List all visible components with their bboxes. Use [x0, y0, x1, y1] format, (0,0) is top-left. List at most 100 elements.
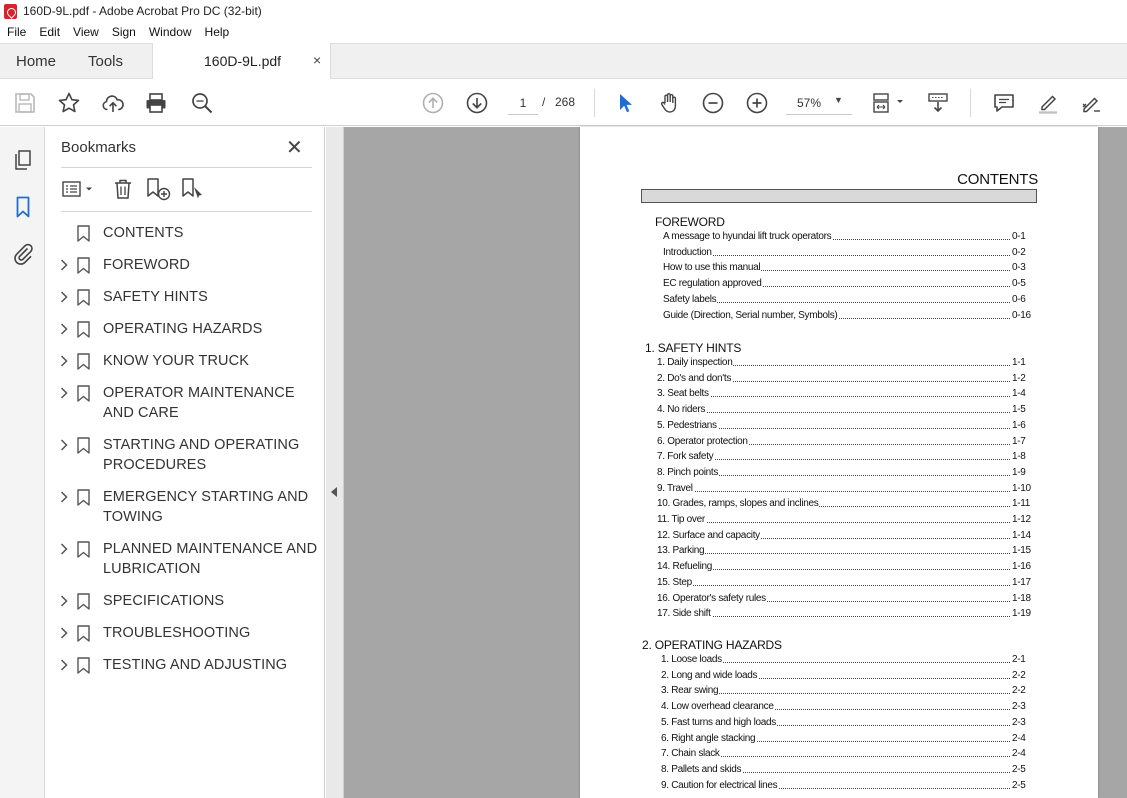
bookmarks-title: Bookmarks	[61, 139, 137, 156]
chevron-right-icon[interactable]	[59, 591, 69, 611]
save-icon[interactable]	[13, 91, 37, 115]
toc-entry[interactable]: 3. Seat belts 1-4	[657, 388, 1042, 402]
toc-entry[interactable]: 16. Operator's safety rules 1-18	[657, 592, 1042, 607]
bookmark-item-safety-hints[interactable]: SAFETY HINTS	[45, 287, 325, 307]
chevron-right-icon[interactable]	[59, 655, 69, 675]
toc-entry[interactable]: 11. Tip over 1-12	[657, 514, 1042, 528]
toc-leader-dots	[661, 569, 1010, 571]
bookmark-search-icon[interactable]	[180, 177, 206, 201]
bookmark-item-planned-maintenance[interactable]: PLANNED MAINTENANCE AND LUBRICATION	[45, 539, 325, 579]
tab-document[interactable]: 160D-9L.pdf ×	[152, 43, 331, 79]
toc-entry[interactable]: 1. Daily inspection 1-1	[657, 357, 1042, 371]
toc-entry[interactable]: 10. Grades, ramps, slopes and inclines 1-…	[657, 498, 1042, 512]
toc-entry[interactable]: 6. Right angle stacking 2-4	[661, 732, 1042, 747]
chevron-right-icon[interactable]	[59, 383, 69, 403]
chevron-right-icon[interactable]	[59, 539, 69, 559]
star-icon[interactable]	[57, 91, 81, 115]
toc-entry[interactable]: 9. Travel 1-10	[657, 482, 1042, 497]
select-cursor-icon[interactable]	[613, 91, 637, 115]
toc-entry[interactable]: Safety labels 0-6	[663, 293, 1042, 308]
menu-file[interactable]: File	[0, 25, 32, 39]
zoom-in-icon[interactable]	[745, 91, 769, 115]
previous-page-icon[interactable]	[421, 91, 445, 115]
scroll-mode-icon[interactable]	[926, 91, 950, 115]
chevron-right-icon[interactable]	[59, 287, 69, 307]
toc-leader-dots	[667, 254, 1010, 256]
toc-entry[interactable]: 2. Long and wide loads 2-2	[661, 669, 1042, 684]
attachments-icon[interactable]	[11, 241, 35, 265]
menu-edit[interactable]: Edit	[32, 25, 66, 39]
bookmark-item-starting-operating[interactable]: STARTING AND OPERATING PROCEDURES	[45, 435, 325, 475]
toc-entry[interactable]: 3. Rear swing 2-2	[661, 685, 1042, 699]
toc-entry[interactable]: Guide (Direction, Serial number, Symbols…	[663, 309, 1042, 324]
cloud-upload-icon[interactable]	[101, 91, 125, 115]
toc-entry[interactable]: 12. Surface and capacity 1-14	[657, 529, 1042, 544]
close-icon[interactable]: ✕	[286, 135, 303, 160]
toc-entry[interactable]: 4. No riders 1-5	[657, 404, 1042, 418]
pdf-page: CONTENTS FOREWORD A message to hyundai li…	[580, 127, 1098, 798]
toc-entry[interactable]: 5. Fast turns and high loads 2-3	[661, 716, 1042, 731]
tab-home[interactable]: Home	[16, 53, 56, 70]
toc-entry[interactable]: 17. Side shift 1-19	[657, 608, 1042, 622]
toc-entry-title: 1. Loose loads	[661, 654, 723, 665]
toc-entry[interactable]: How to use this manual 0-3	[663, 262, 1042, 276]
tab-close-icon[interactable]: ×	[313, 52, 321, 68]
chevron-right-icon[interactable]	[59, 623, 69, 643]
toc-entry[interactable]: 13. Parking 1-15	[657, 545, 1042, 559]
toc-entry[interactable]: 6. Operator protection 1-7	[657, 435, 1042, 450]
toc-entry[interactable]: A message to hyundai lift truck operator…	[663, 231, 1042, 245]
bookmark-item-troubleshooting[interactable]: TROUBLESHOOTING	[45, 623, 325, 643]
search-zoom-icon[interactable]	[190, 91, 214, 115]
tab-tools[interactable]: Tools	[88, 53, 123, 70]
hand-tool-icon[interactable]	[657, 91, 681, 115]
menu-window[interactable]: Window	[142, 25, 198, 39]
chevron-right-icon[interactable]	[59, 435, 69, 455]
toc-entry[interactable]: 8. Pallets and skids 2-5	[661, 763, 1042, 778]
toc-entry[interactable]: 4. Low overhead clearance 2-3	[661, 701, 1042, 715]
document-viewer[interactable]: CONTENTS FOREWORD A message to hyundai li…	[326, 127, 1127, 798]
bookmark-item-contents[interactable]: CONTENTS	[45, 223, 325, 243]
zoom-out-icon[interactable]	[701, 91, 725, 115]
toc-entry[interactable]: 5. Pedestrians 1-6	[657, 419, 1042, 434]
bookmark-item-emergency-starting[interactable]: EMERGENCY STARTING AND TOWING	[45, 487, 325, 527]
chevron-right-icon[interactable]	[59, 351, 69, 371]
new-bookmark-icon[interactable]	[145, 177, 171, 201]
delete-bookmark-icon[interactable]	[111, 177, 135, 201]
toc-entry[interactable]: 1. Loose loads 2-1	[661, 654, 1042, 668]
bookmark-panel-icon[interactable]	[11, 195, 35, 219]
highlight-pen-icon[interactable]	[1036, 91, 1060, 115]
toc-entry[interactable]: 14. Refueling 1-16	[657, 561, 1042, 575]
toc-entry[interactable]: 15. Step 1-17	[657, 576, 1042, 591]
zoom-level-select[interactable]: 57% ▼	[786, 91, 852, 115]
chevron-right-icon[interactable]	[59, 255, 69, 275]
bookmark-item-operator-maintenance[interactable]: OPERATOR MAINTENANCE AND CARE	[45, 383, 325, 423]
toc-entry[interactable]: 7. Fork safety 1-8	[657, 451, 1042, 465]
toc-entry[interactable]: 7. Chain slack 2-4	[661, 748, 1042, 762]
bookmark-item-testing-adjusting[interactable]: TESTING AND ADJUSTING	[45, 655, 325, 675]
panel-collapse-handle[interactable]	[326, 127, 344, 798]
toc-entry[interactable]: 9. Caution for electrical lines 2-5	[661, 779, 1042, 794]
toc-entry-title: A message to hyundai lift truck operator…	[663, 231, 833, 242]
page-thumbnails-icon[interactable]	[11, 148, 35, 172]
bookmark-item-specifications[interactable]: SPECIFICATIONS	[45, 591, 325, 611]
toc-entry[interactable]: Introduction 0-2	[663, 246, 1042, 261]
bookmark-item-operating-hazards[interactable]: OPERATING HAZARDS	[45, 319, 325, 339]
toc-entry[interactable]: EC regulation approved 0-5	[663, 278, 1042, 292]
page-fit-icon[interactable]	[872, 91, 906, 115]
divider	[61, 211, 312, 212]
bookmark-item-foreword[interactable]: FOREWORD	[45, 255, 325, 275]
comment-icon[interactable]	[992, 91, 1016, 115]
draw-signature-icon[interactable]	[1080, 91, 1104, 115]
menu-help[interactable]: Help	[198, 25, 236, 39]
chevron-right-icon[interactable]	[59, 319, 69, 339]
print-icon[interactable]	[144, 91, 168, 115]
bookmark-item-know-your-truck[interactable]: KNOW YOUR TRUCK	[45, 351, 325, 371]
toc-entry[interactable]: 2. Do's and don'ts 1-2	[657, 372, 1042, 387]
menu-view[interactable]: View	[66, 25, 105, 39]
chevron-right-icon[interactable]	[59, 487, 69, 507]
page-number-input[interactable]	[508, 91, 538, 115]
menu-sign[interactable]: Sign	[105, 25, 142, 39]
toc-entry[interactable]: 8. Pinch points 1-9	[657, 466, 1042, 481]
bookmark-options-icon[interactable]	[61, 177, 95, 201]
next-page-icon[interactable]	[465, 91, 489, 115]
